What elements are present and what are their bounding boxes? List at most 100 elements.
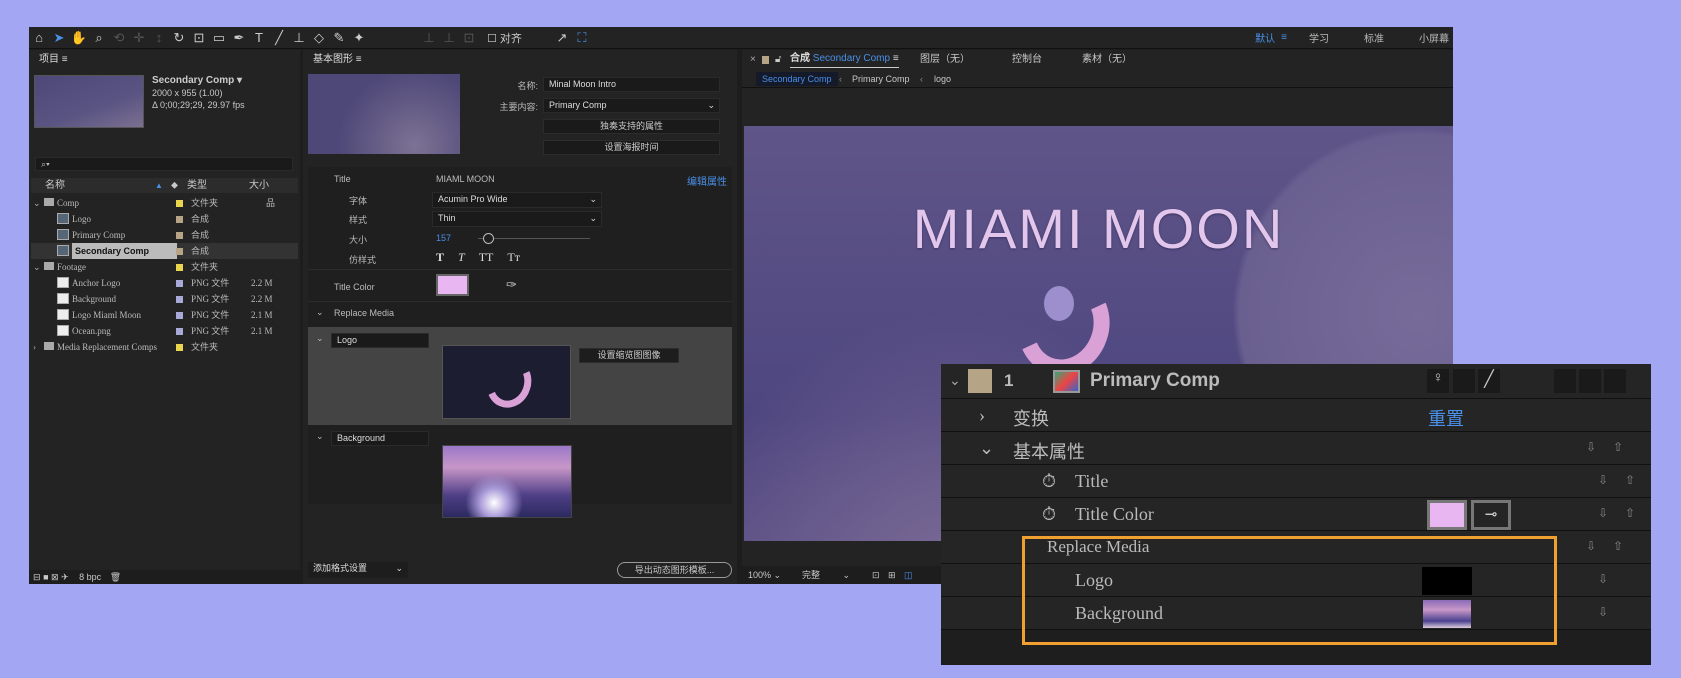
axis-view-icon[interactable]: ⊡: [459, 30, 479, 46]
orbit-tool-icon[interactable]: ⟲: [109, 30, 129, 46]
primary-comp-select[interactable]: Primary Comp ⌄: [543, 98, 720, 113]
hand-tool-icon[interactable]: ✋: [69, 30, 89, 46]
panel-menu-icon[interactable]: ≡: [62, 54, 68, 65]
style-select[interactable]: Thin ⌄: [432, 211, 602, 227]
project-item[interactable]: › Media Replacement Comps 文件夹: [31, 339, 298, 355]
edit-properties-link[interactable]: 编辑属性: [687, 173, 727, 188]
pen-tool-icon[interactable]: ✒: [229, 30, 249, 46]
label-color[interactable]: [176, 264, 183, 271]
tab-composition[interactable]: 合成 Secondary Comp ≡: [790, 50, 899, 68]
workspace-menu-icon[interactable]: ≡: [1281, 32, 1287, 43]
eraser-tool-icon[interactable]: ◇: [309, 30, 329, 46]
project-item[interactable]: Logo 合成: [31, 211, 298, 227]
selection-tool-icon[interactable]: ➤: [49, 30, 69, 46]
project-item[interactable]: ⌄ Footage 文件夹: [31, 259, 298, 275]
essential-properties-row[interactable]: ⌄ 基本属性 ⇩ ⇧: [941, 432, 1651, 465]
stopwatch-icon[interactable]: ⏱︎: [1042, 504, 1056, 525]
title-prop-value[interactable]: MIAML MOON: [436, 174, 495, 184]
label-color[interactable]: [176, 216, 183, 223]
bpc-button[interactable]: 8 bpc: [79, 572, 101, 582]
shy-icon[interactable]: ♀: [1427, 369, 1449, 393]
label-color[interactable]: [176, 344, 183, 351]
interpret-footage-icon[interactable]: ⊟: [33, 572, 41, 582]
title-color-row[interactable]: ⏱︎ Title Color ⊸ ⇩ ⇧: [941, 498, 1651, 531]
flowchart-icon[interactable]: ✈: [61, 572, 69, 582]
layer-label-color[interactable]: [968, 369, 992, 393]
push-keyframes-icon[interactable]: ⇩: [1586, 539, 1596, 553]
push-keyframes-icon[interactable]: ⇩: [1598, 506, 1608, 520]
transform-row[interactable]: › 变换 重置: [941, 399, 1651, 432]
workspace-learn[interactable]: 学习: [1309, 30, 1329, 45]
project-item[interactable]: Logo Miaml Moon PNG 文件 2.1 M: [31, 307, 298, 323]
panel-menu-icon[interactable]: ≡: [356, 54, 362, 65]
sort-ascending-icon[interactable]: ▲: [155, 178, 163, 193]
effect-switch[interactable]: [1554, 369, 1576, 393]
puppet-pin-icon[interactable]: ✦: [349, 30, 369, 46]
pull-keyframes-icon[interactable]: ⇧: [1625, 473, 1635, 487]
logo-media-thumbnail[interactable]: [442, 345, 571, 419]
set-poster-time-button[interactable]: 设置海报时间: [543, 140, 720, 155]
rectangle-tool-icon[interactable]: ▭: [209, 30, 229, 46]
project-item[interactable]: Primary Comp 合成: [31, 227, 298, 243]
add-formatting-select[interactable]: 添加格式设置 ⌄: [308, 562, 408, 578]
workspace-default[interactable]: 默认: [1255, 30, 1275, 45]
chevron-down-icon[interactable]: ⌄: [316, 307, 324, 318]
small-caps-button[interactable]: Tт: [507, 250, 520, 265]
chevron-right-icon[interactable]: ›: [33, 339, 36, 355]
label-color[interactable]: [176, 280, 183, 287]
workspace-standard[interactable]: 标准: [1364, 30, 1384, 45]
chevron-down-icon[interactable]: ⌄: [949, 372, 961, 389]
breadcrumb-primary-comp[interactable]: Primary Comp: [852, 70, 910, 88]
stamp-tool-icon[interactable]: ⊥: [289, 30, 309, 46]
project-item[interactable]: Ocean.png PNG 文件 2.1 M: [31, 323, 298, 339]
label-color[interactable]: [176, 328, 183, 335]
project-item[interactable]: Secondary Comp 合成: [31, 243, 298, 259]
eyedropper-icon[interactable]: ✑: [506, 277, 517, 293]
logo-name-input[interactable]: Logo: [331, 333, 429, 348]
breadcrumb-logo[interactable]: logo: [934, 70, 951, 88]
template-name-input[interactable]: Minal Moon Intro: [543, 77, 720, 92]
push-keyframes-icon[interactable]: ⇩: [1586, 440, 1596, 454]
quality-switch-icon[interactable]: ╱: [1478, 369, 1500, 393]
chevron-down-icon[interactable]: ⌄: [33, 259, 41, 275]
anchor-tool-icon[interactable]: ⊡: [189, 30, 209, 46]
chevron-right-icon[interactable]: ›: [979, 405, 985, 426]
breadcrumb-secondary-comp[interactable]: Secondary Comp: [756, 72, 838, 86]
background-name-input[interactable]: Background: [331, 431, 429, 446]
snap-grid-icon[interactable]: ⛶: [572, 30, 592, 46]
pan-tool-icon[interactable]: ✛: [129, 30, 149, 46]
close-tab-icon[interactable]: ×: [750, 50, 756, 70]
zoom-select[interactable]: 100% ⌄: [748, 566, 781, 584]
layer-row[interactable]: ⌄ 1 Primary Comp ♀ ╱: [941, 364, 1651, 399]
size-value[interactable]: 157: [436, 233, 451, 243]
project-search-input[interactable]: ⌕▾: [35, 157, 293, 171]
transparency-grid-icon[interactable]: ⊞: [888, 566, 896, 584]
home-icon[interactable]: ⌂: [29, 30, 49, 45]
roto-brush-icon[interactable]: ✎: [329, 30, 349, 46]
tab-console[interactable]: 控制台: [1012, 50, 1042, 70]
brush-tool-icon[interactable]: ╱: [269, 30, 289, 46]
text-tool-icon[interactable]: T: [249, 30, 269, 45]
label-color[interactable]: [176, 248, 183, 255]
project-item[interactable]: Background PNG 文件 2.2 M: [31, 291, 298, 307]
solo-properties-button[interactable]: 独奏支持的属性: [543, 119, 720, 134]
axis-local-icon[interactable]: ⊥: [419, 30, 439, 46]
column-name[interactable]: 名称: [45, 178, 65, 193]
align-checkbox[interactable]: ☐ 对齐: [487, 30, 522, 46]
lock-icon[interactable]: 🔓︎: [775, 50, 781, 70]
pull-keyframes-icon[interactable]: ⇧: [1625, 506, 1635, 520]
fast-previews-icon[interactable]: ⊡: [872, 566, 880, 584]
label-color[interactable]: [176, 296, 183, 303]
column-type[interactable]: 类型: [187, 178, 207, 193]
project-item[interactable]: ⌄ Comp 文件夹 品: [31, 195, 298, 211]
new-comp-icon[interactable]: ⊠: [51, 572, 59, 582]
background-media-thumbnail[interactable]: [442, 445, 572, 518]
new-folder-icon[interactable]: ■: [43, 572, 48, 582]
reset-link[interactable]: 重置: [1428, 405, 1464, 431]
set-thumbnail-button[interactable]: 设置缩览图图像: [579, 348, 679, 363]
chevron-down-icon[interactable]: ⌄: [316, 333, 324, 344]
title-color-swatch[interactable]: [1427, 500, 1467, 530]
resolution-select[interactable]: 完整 ⌄: [802, 566, 850, 584]
dolly-tool-icon[interactable]: ↕: [149, 30, 169, 45]
column-size[interactable]: 大小: [249, 178, 269, 193]
